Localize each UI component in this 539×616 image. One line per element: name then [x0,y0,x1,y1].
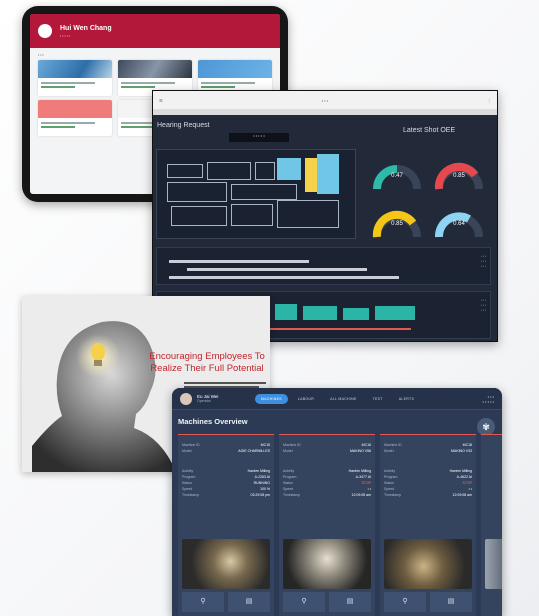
plan-zone[interactable] [167,164,203,178]
production-bar [275,304,297,320]
gauge-value: 0.85 [453,173,465,179]
machine-card[interactable]: Machine ID MC16 Model MAKINO V56 Activity H… [279,434,375,616]
model-value: AGIE CHARMILLES [238,449,270,453]
plan-zone[interactable] [231,184,297,200]
timeline-bar [169,260,309,263]
machine-overview-tablet: Eu Jai Wei Operator MACHINES LABOUR ALL … [172,388,502,616]
tablet-app-header: Hui Wen Chang • • • • • [30,14,280,48]
gauge-value: 0.64 [453,221,465,227]
hearing-request-title: Hearing Request [157,122,210,129]
gauge-value: 0.47 [391,173,403,179]
plan-zone-highlight[interactable] [277,158,301,180]
location-pin-icon[interactable]: ⚲ [384,592,426,612]
plan-zone-highlight[interactable] [305,158,317,192]
floor-plan [156,149,356,239]
browser-toolbar: ☰ • • • ⋮ [153,91,497,109]
machine-photo [384,539,472,589]
machine-photo [182,539,270,589]
avatar[interactable] [38,24,52,38]
oee-gauges: 0.47 0.85 0.85 0.64 [365,145,493,243]
machine-photo [283,539,371,589]
production-bar [343,308,369,320]
plan-zone[interactable] [171,206,227,226]
tablet-card[interactable] [38,60,112,96]
machine-card[interactable]: Machine ID MC15 Model AGIE CHARMILLES Acti… [178,434,274,616]
browser-actions-icon[interactable]: ⋮ [487,98,491,103]
plan-zone-highlight[interactable] [317,154,339,194]
timeline-legend: • • • • • • • • • [481,254,486,268]
tab-all-machine[interactable]: ALL MACHINE [324,394,363,404]
tablet-user-subtitle: • • • • • [60,33,71,38]
timestamp-value: 12:09:08 am [351,493,371,497]
production-bar [375,306,415,320]
page-title: Machines Overview [178,417,248,426]
model-value: MAKINO V56 [349,449,371,453]
machine-app-navbar: Eu Jai Wei Operator MACHINES LABOUR ALL … [172,388,502,410]
tablet-user-name: Hui Wen Chang [60,24,112,32]
gauge-fill [373,165,398,190]
clipboard-icon[interactable]: ▤ [430,592,472,612]
card-image [198,60,272,78]
timestamp-value: 12:09:08 am [452,493,472,497]
tab-machines[interactable]: MACHINES [255,393,288,404]
production-legend: • • • • • • • • • [481,298,486,312]
model-label: Model [283,449,293,453]
address-bar[interactable]: • • • [163,98,487,103]
card-image [38,60,112,78]
location-pin-icon[interactable]: ⚲ [182,592,224,612]
tab-test[interactable]: TEST [367,394,389,404]
timeline-bar [169,276,399,279]
card-image [118,60,192,78]
timestamp-label: Timestamp [182,493,200,497]
machine-nav-tabs: MACHINES LABOUR ALL MACHINE TEST ALERTS [255,393,483,404]
card-image [38,100,112,118]
timeline-bar [187,268,367,271]
machine-card[interactable]: Machine ID MC18 Model MAKINO V33 Activity H… [380,434,476,616]
tab-alerts[interactable]: ALERTS [393,394,420,404]
machine-card-partial[interactable] [481,434,502,616]
machine-user-role: Operator [197,398,211,403]
timestamp-label: Timestamp [283,493,301,497]
clipboard-icon[interactable]: ▤ [329,592,371,612]
plan-zone[interactable] [255,162,275,180]
tablet-section-label: • • • [38,53,44,57]
oee-title: Latest Shot OEE [403,127,456,134]
avatar[interactable] [180,392,192,405]
oee-gauge: 0.64 [431,201,487,245]
model-label: Model [384,449,394,453]
plan-zone[interactable] [277,200,339,228]
oee-gauge: 0.85 [431,153,487,197]
clock-date: • • • • • [482,398,494,404]
location-pin-icon[interactable]: ⚲ [283,592,325,612]
timestamp-label: Timestamp [384,493,402,497]
tab-labour[interactable]: LABOUR [292,394,320,404]
plan-zone[interactable] [207,162,251,180]
clipboard-icon[interactable]: ▤ [228,592,270,612]
timeline-chart: • • • • • • • • • [156,247,491,285]
timestamp-value: 03:29:08 pm [250,493,270,497]
model-value: MAKINO V33 [450,449,472,453]
gauge-value: 0.85 [391,221,403,227]
plan-zone[interactable] [231,204,273,226]
clock: • • • • • • • • [483,394,494,404]
model-label: Model [182,449,192,453]
oee-gauge: 0.85 [369,201,425,245]
tablet-card[interactable] [38,100,112,136]
oee-gauge: 0.47 [369,153,425,197]
date-selector[interactable]: • • • • • [229,133,289,142]
slide-title: Encouraging Employees To Realize Their F… [149,351,265,374]
machine-photo [485,539,502,589]
production-bar [303,306,337,320]
plan-zone[interactable] [167,182,227,202]
